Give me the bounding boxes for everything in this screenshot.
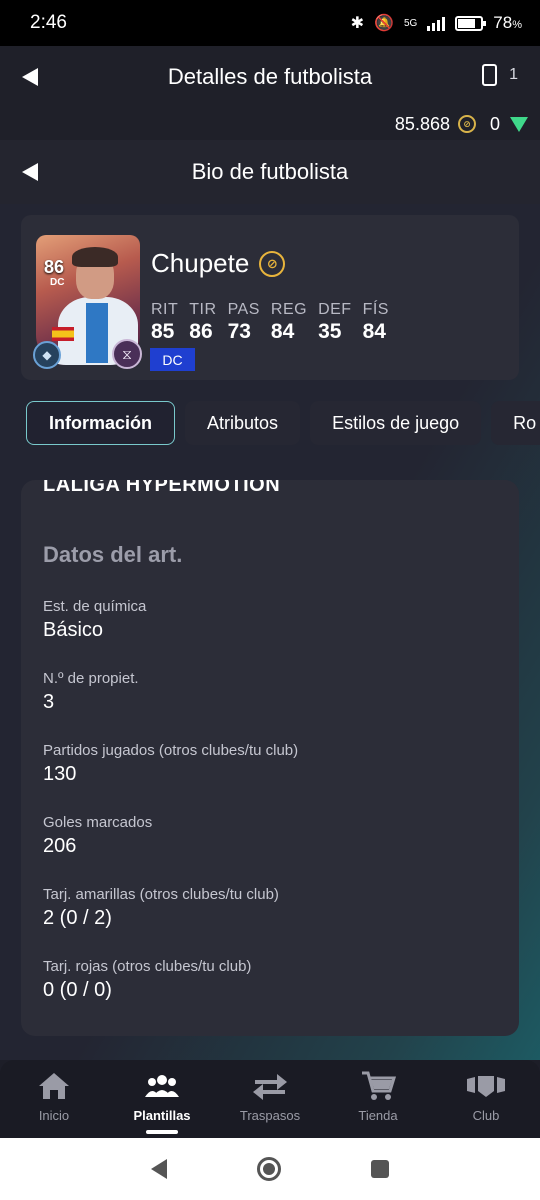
spain-flag-icon [52, 327, 74, 341]
position-badge: DC [150, 348, 195, 371]
signal-icon [427, 15, 446, 31]
sub-header: Bio de futbolista [0, 140, 540, 204]
card-icon [482, 64, 498, 86]
mute-icon: 🔕 [374, 15, 394, 32]
field-yellow-cards: Tarj. amarillas (otros clubes/tu club) 2… [43, 886, 279, 929]
player-name: Chupete [151, 248, 250, 278]
bottom-navigation: Inicio Plantillas Traspasos Tienda Club [0, 1060, 540, 1138]
field-matches-played: Partidos jugados (otros clubes/tu club) … [43, 742, 299, 785]
sub-title: Bio de futbolista [191, 159, 349, 184]
card-count-button[interactable]: 1 [482, 64, 518, 86]
nav-plantillas[interactable]: Plantillas [108, 1060, 216, 1138]
player-summary-card: 86 DC ◆ ⧖ Chupete ⊘ RIT 85 TIR 86 PAS 73… [21, 215, 519, 380]
club-icon [466, 1070, 506, 1102]
cart-icon [360, 1070, 396, 1102]
nav-traspasos[interactable]: Traspasos [216, 1060, 324, 1138]
back-arrow-icon [22, 68, 38, 86]
nav-club[interactable]: Club [432, 1060, 540, 1138]
network-type: 5G [403, 17, 418, 29]
active-indicator [146, 1130, 178, 1134]
stat-fis: FÍS 84 [362, 301, 389, 343]
bio-back-button[interactable] [0, 142, 60, 202]
info-panel[interactable]: LALIGA HYPERMOTION Datos del art. Est. d… [21, 480, 519, 1036]
card-rating: 86 [44, 257, 65, 277]
system-home-icon[interactable] [257, 1157, 281, 1181]
player-stats: RIT 85 TIR 86 PAS 73 REG 84 DEF 35 FÍS 8… [151, 301, 389, 344]
currency-bar: 85.868 ⊘ 0 [0, 108, 540, 140]
nav-inicio[interactable]: Inicio [0, 1060, 108, 1138]
home-icon [37, 1070, 71, 1102]
stat-pas: PAS 73 [227, 301, 260, 343]
battery-percent: 78 [493, 13, 513, 32]
stat-def: DEF 35 [318, 301, 352, 343]
league-name: LALIGA HYPERMOTION [43, 480, 281, 496]
tab-informacion[interactable]: Información [26, 401, 176, 445]
points-icon [510, 116, 528, 132]
stat-tir: TIR 86 [189, 301, 217, 343]
squad-icon [144, 1070, 180, 1102]
player-name-row: Chupete ⊘ [151, 248, 286, 279]
field-goals-scored: Goles marcados 206 [43, 814, 153, 857]
section-title: Datos del art. [43, 542, 183, 567]
battery-unit: % [512, 19, 522, 31]
transfer-icon [251, 1070, 289, 1102]
system-back-icon[interactable] [151, 1159, 167, 1179]
tab-bar: Información Atributos Estilos de juego R… [26, 401, 540, 447]
stat-reg: REG 84 [270, 301, 308, 343]
page-title: Detalles de futbolista [167, 64, 373, 89]
field-chemistry-style: Est. de química Básico [43, 598, 147, 641]
card-position: DC [50, 277, 65, 288]
nav-tienda[interactable]: Tienda [324, 1060, 432, 1138]
dna-icon: ⧖ [112, 339, 142, 369]
field-owners: N.º de propiet. 3 [43, 670, 139, 713]
chemistry-style-icon: ◆ [33, 341, 61, 369]
coin-icon: ⊘ [457, 115, 476, 133]
status-icons: ✱ 🔕 5G 78% [351, 13, 522, 33]
system-navigation [0, 1138, 540, 1200]
coins-amount: 85.868 [394, 113, 450, 134]
card-count: 1 [509, 66, 518, 83]
back-button[interactable] [0, 47, 60, 107]
points-amount: 0 [489, 113, 500, 134]
bluetooth-icon: ✱ [350, 15, 365, 32]
battery-icon [455, 15, 487, 31]
tab-atributos[interactable]: Atributos [185, 401, 301, 445]
status-time: 2:46 [30, 12, 67, 33]
top-header: Detalles de futbolista 1 [0, 46, 540, 108]
system-recents-icon[interactable] [371, 1160, 389, 1178]
back-arrow-icon [22, 163, 38, 181]
stat-rit: RIT 85 [151, 301, 179, 343]
evolution-icon: ⊘ [259, 250, 286, 277]
tab-roles[interactable]: Ro [491, 401, 540, 445]
status-bar: 2:46 ✱ 🔕 5G 78% [0, 0, 540, 46]
tab-estilos-de-juego[interactable]: Estilos de juego [310, 401, 482, 445]
field-red-cards: Tarj. rojas (otros clubes/tu club) 0 (0 … [43, 958, 252, 1001]
